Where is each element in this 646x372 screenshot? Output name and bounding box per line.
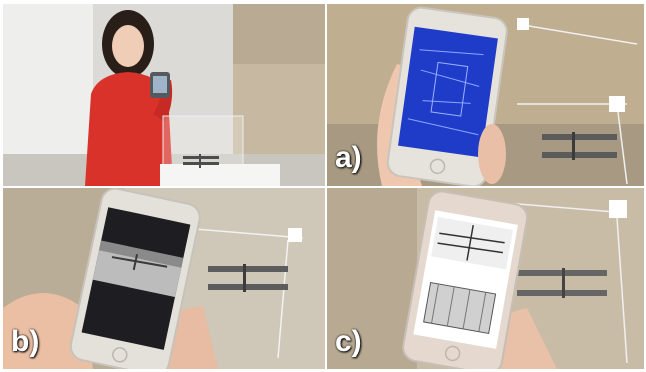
panel-woman-with-phone <box>3 4 325 186</box>
blueprint-scene <box>327 4 644 186</box>
panel-a-blueprint: a) <box>327 4 644 186</box>
panel-label-a: a) <box>335 141 362 174</box>
photo-collage: a) b) c) <box>0 0 646 372</box>
panel-c-diagram: c) <box>327 188 644 369</box>
woman-scene <box>3 4 325 186</box>
panel-label-c: c) <box>335 325 362 358</box>
panel-b-photo: b) <box>3 188 325 369</box>
photo-scene <box>3 188 325 369</box>
panel-label-b: b) <box>11 325 40 358</box>
diagram-scene <box>327 188 644 369</box>
